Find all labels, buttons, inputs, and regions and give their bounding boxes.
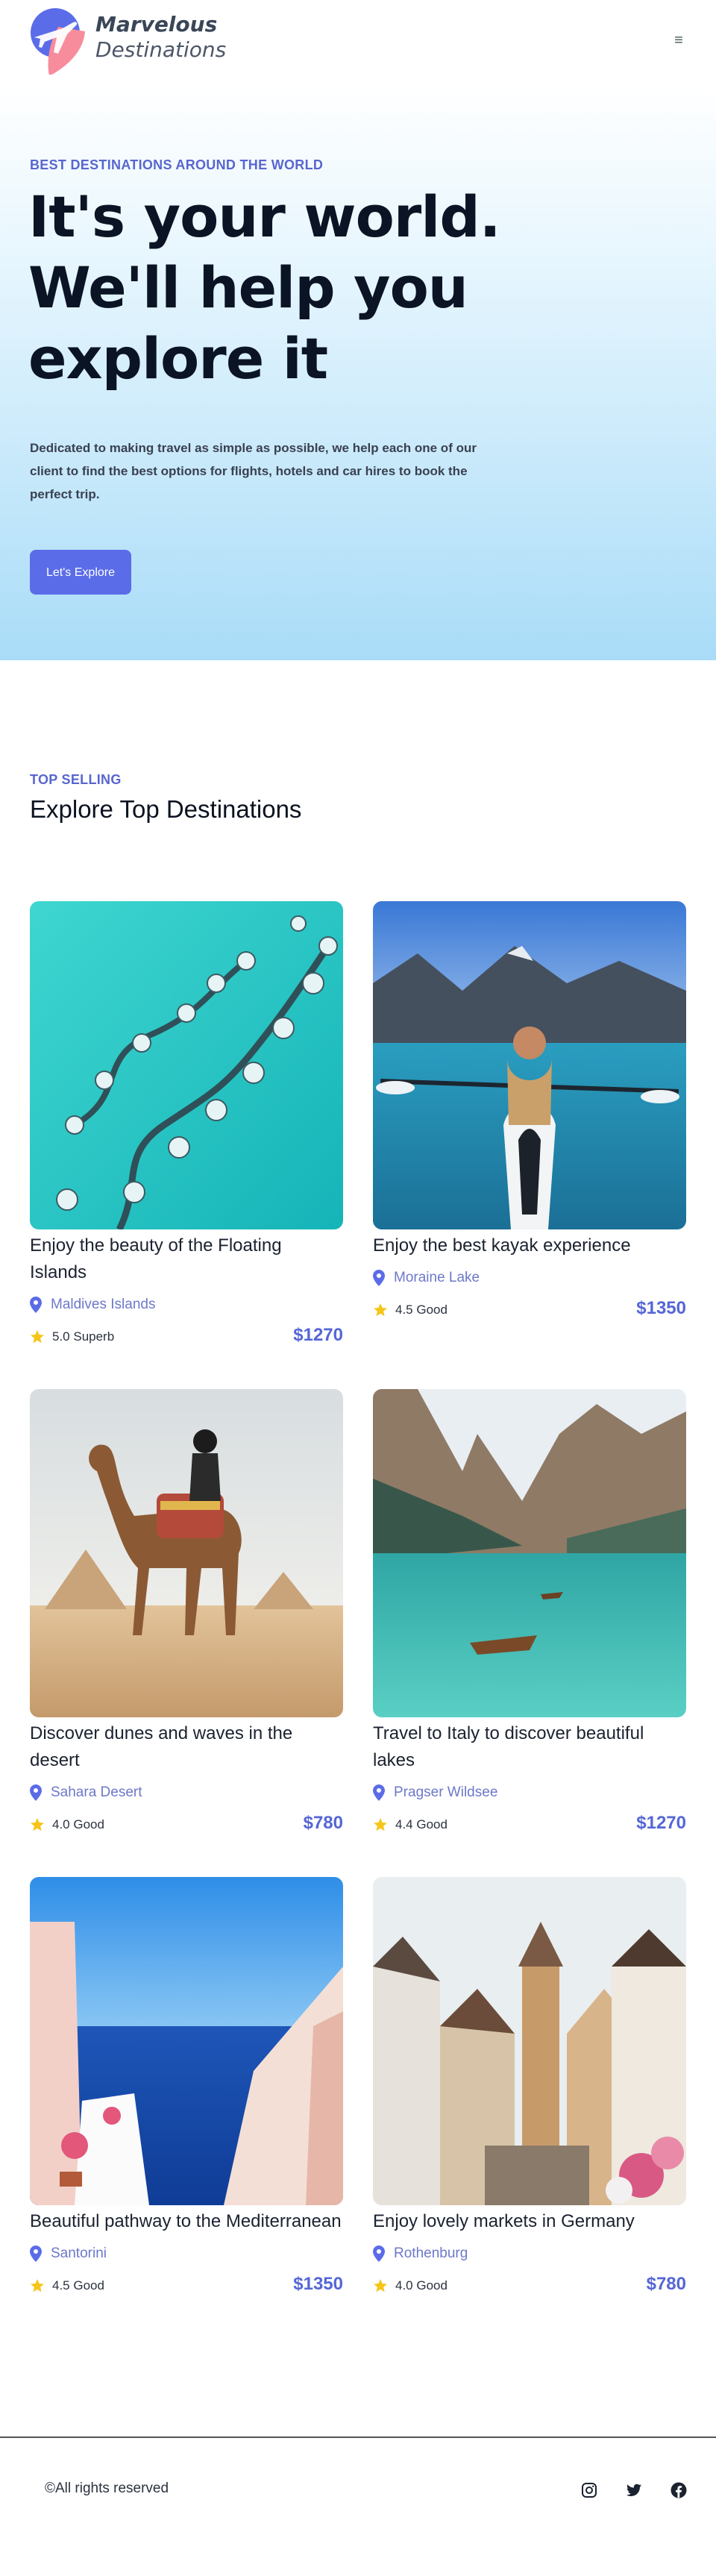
card-location: Maldives Islands xyxy=(30,1294,343,1316)
card-location: Rothenburg xyxy=(373,2243,686,2265)
hero-title-line: We'll help you xyxy=(28,254,468,321)
card-title: Travel to Italy to discover beautiful la… xyxy=(373,1723,644,1770)
card-location-text: Moraine Lake xyxy=(394,1270,480,1285)
card-meta: 5.0 Superb $1270 xyxy=(30,1323,343,1350)
instagram-icon[interactable] xyxy=(580,2481,598,2499)
site-header: Marvelous Destinations ≡ xyxy=(0,0,716,86)
card-location: Santorini xyxy=(30,2243,343,2265)
card-image-rothenburg xyxy=(373,1877,686,2205)
card-image-italy-lake xyxy=(373,1389,686,1717)
destination-card[interactable]: Enjoy the beauty of the Floating Islands… xyxy=(30,901,343,1350)
map-pin-icon xyxy=(373,1270,385,1286)
card-meta: 4.0 Good $780 xyxy=(373,2272,686,2299)
card-price: $1350 xyxy=(636,1298,686,1318)
section-title: Explore Top Destinations xyxy=(30,795,302,823)
star-icon xyxy=(374,2279,387,2293)
destination-card[interactable]: Travel to Italy to discover beautiful la… xyxy=(373,1389,686,1838)
card-title: Enjoy the beauty of the Floating Islands xyxy=(30,1235,282,1282)
hero-title: It's your world. We'll help you explore … xyxy=(28,181,565,394)
hamburger-menu-button[interactable]: ≡ xyxy=(668,30,689,51)
map-pin-icon xyxy=(373,2246,385,2262)
card-price: $1350 xyxy=(293,2274,343,2294)
card-title: Beautiful pathway to the Mediterranean xyxy=(30,2211,342,2231)
card-image-maldives xyxy=(30,901,343,1229)
brand-wordmark: Marvelous Destinations xyxy=(95,12,226,63)
card-title: Discover dunes and waves in the desert xyxy=(30,1723,293,1770)
card-rating: 4.5 Good xyxy=(52,2278,104,2293)
card-location: Sahara Desert xyxy=(30,1781,343,1804)
card-rating: 4.4 Good xyxy=(395,1817,448,1831)
card-rating: 4.0 Good xyxy=(52,1817,104,1831)
card-location: Moraine Lake xyxy=(373,1267,686,1289)
plane-pin-logo-icon xyxy=(31,8,85,75)
card-price: $1270 xyxy=(293,1325,343,1345)
brand-logo[interactable]: Marvelous Destinations xyxy=(30,7,226,75)
card-location-text: Maldives Islands xyxy=(51,1297,156,1312)
star-icon xyxy=(31,1818,44,1831)
card-location-text: Pragser Wildsee xyxy=(394,1784,498,1800)
card-rating: 4.5 Good xyxy=(395,1303,448,1317)
hero-title-line: explore it xyxy=(28,325,328,392)
card-price: $780 xyxy=(303,1813,343,1833)
card-location: Pragser Wildsee xyxy=(373,1781,686,1804)
card-price: $780 xyxy=(646,2274,686,2294)
destination-card[interactable]: Discover dunes and waves in the desert S… xyxy=(30,1389,343,1838)
hero-description: Dedicated to making travel as simple as … xyxy=(30,441,477,501)
facebook-icon[interactable] xyxy=(670,2481,688,2499)
footer-divider xyxy=(0,2436,716,2438)
star-icon xyxy=(374,1818,387,1831)
card-image-sahara xyxy=(30,1389,343,1717)
card-price: $1270 xyxy=(636,1813,686,1833)
map-pin-icon xyxy=(30,1784,42,1801)
brand-name-line2: Destinations xyxy=(95,37,227,62)
card-rating: 4.0 Good xyxy=(395,2278,448,2293)
card-meta: 4.5 Good $1350 xyxy=(373,1297,686,1323)
hero-section: BEST DESTINATIONS AROUND THE WORLD It's … xyxy=(0,86,716,660)
copyright-text: ©All rights reserved xyxy=(45,2481,169,2496)
card-location-text: Rothenburg xyxy=(394,2246,468,2261)
star-icon xyxy=(374,1303,387,1317)
destination-card[interactable]: Beautiful pathway to the Mediterranean S… xyxy=(30,1877,343,2299)
card-meta: 4.5 Good $1350 xyxy=(30,2272,343,2299)
card-title: Enjoy lovely markets in Germany xyxy=(373,2211,635,2231)
star-icon xyxy=(31,1330,44,1344)
hero-eyebrow: BEST DESTINATIONS AROUND THE WORLD xyxy=(30,157,324,172)
map-pin-icon xyxy=(30,2246,42,2262)
card-meta: 4.4 Good $1270 xyxy=(373,1811,686,1838)
card-meta: 4.0 Good $780 xyxy=(30,1811,343,1838)
star-icon xyxy=(31,2279,44,2293)
section-eyebrow: TOP SELLING xyxy=(30,772,122,787)
hero-title-line: It's your world. xyxy=(28,184,501,250)
map-pin-icon xyxy=(30,1297,42,1313)
lets-explore-button[interactable]: Let's Explore xyxy=(30,550,131,595)
card-title: Enjoy the best kayak experience xyxy=(373,1235,631,1256)
twitter-icon[interactable] xyxy=(625,2481,643,2499)
brand-name-line1: Marvelous xyxy=(95,12,218,37)
destination-card[interactable]: Enjoy lovely markets in Germany Rothenbu… xyxy=(373,1877,686,2299)
destination-card[interactable]: Enjoy the best kayak experience Moraine … xyxy=(373,901,686,1323)
card-rating: 5.0 Superb xyxy=(52,1329,115,1344)
card-image-kayak xyxy=(373,901,686,1229)
card-image-santorini xyxy=(30,1877,343,2205)
card-location-text: Santorini xyxy=(51,2246,107,2261)
card-location-text: Sahara Desert xyxy=(51,1784,142,1800)
map-pin-icon xyxy=(373,1784,385,1801)
